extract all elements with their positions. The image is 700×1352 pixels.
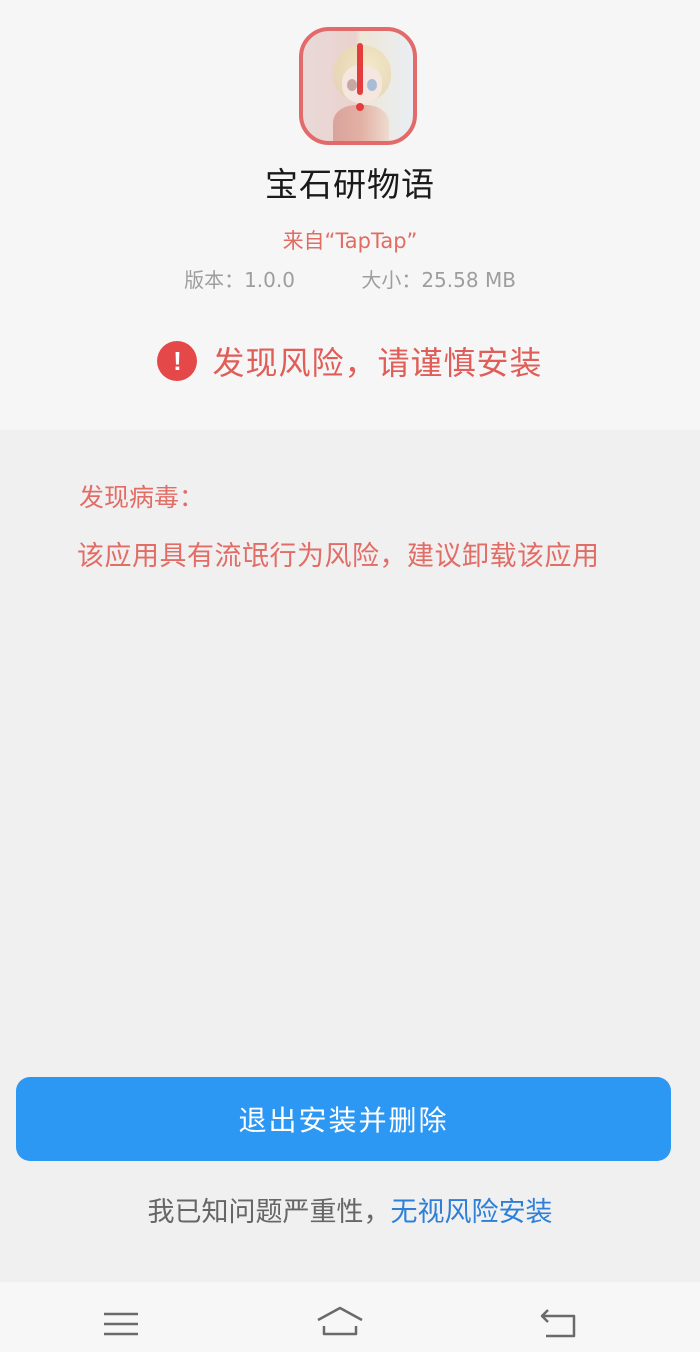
app-icon-body xyxy=(333,105,389,141)
app-meta: 版本：1.0.0 大小：25.58 MB xyxy=(0,264,700,293)
app-size: 大小：25.58 MB xyxy=(361,268,516,292)
warning-dot-icon xyxy=(356,103,364,111)
warning-icon xyxy=(357,43,363,95)
back-icon[interactable] xyxy=(530,1302,590,1342)
risk-warning-text: 发现风险，请谨慎安装 xyxy=(212,344,543,382)
ignore-risk-line: 我已知问题严重性，无视风险安装 xyxy=(0,1190,700,1229)
home-icon[interactable] xyxy=(310,1302,370,1342)
ignore-risk-install-link[interactable]: 无视风险安装 xyxy=(391,1197,553,1228)
risk-warning: ! 发现风险，请谨慎安装 xyxy=(0,338,700,384)
app-icon-eye-right xyxy=(367,79,377,91)
app-name: 宝石研物语 xyxy=(265,165,435,204)
menu-icon[interactable] xyxy=(92,1302,152,1342)
app-info-section: 宝石研物语 来自“TapTap” 版本：1.0.0 大小：25.58 MB ! … xyxy=(0,0,700,430)
navigation-bar xyxy=(0,1282,700,1352)
alert-circle-icon: ! xyxy=(157,341,198,381)
app-icon-eye-left xyxy=(347,79,357,91)
app-version: 版本：1.0.0 xyxy=(184,268,295,292)
app-source: 来自“TapTap” xyxy=(282,229,418,253)
virus-title: 发现病毒： xyxy=(79,483,205,512)
virus-description: 该应用具有流氓行为风险，建议卸载该应用 xyxy=(77,541,600,572)
exit-install-delete-button[interactable]: 退出安装并删除 xyxy=(16,1077,671,1161)
ignore-risk-prefix: 我已知问题严重性， xyxy=(147,1197,391,1228)
app-icon xyxy=(299,27,417,145)
